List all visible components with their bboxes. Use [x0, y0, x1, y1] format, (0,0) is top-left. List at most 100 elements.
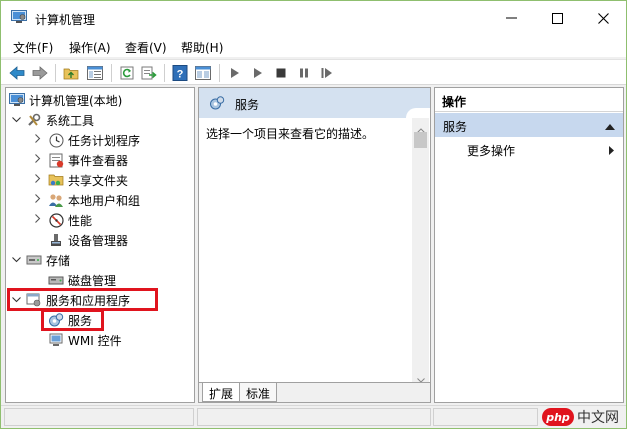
console-tree-pane: 计算机管理(本地) 系统工具 任务计划程序 事件查看器 共享文件夹 本地用户和组…: [5, 87, 195, 403]
tab-standard[interactable]: 标准: [239, 383, 278, 402]
pause-icon[interactable]: [294, 63, 314, 83]
collapse-up-icon[interactable]: [605, 119, 615, 133]
menu-action[interactable]: 操作(A): [69, 39, 111, 56]
toolbar-separator: [164, 64, 165, 82]
tools-icon: [26, 112, 42, 128]
toolbar-separator: [55, 64, 56, 82]
performance-icon: [48, 212, 64, 228]
tab-extended[interactable]: 扩展: [202, 383, 241, 402]
back-arrow-icon[interactable]: [7, 63, 27, 83]
chevron-right-icon[interactable]: [32, 134, 44, 146]
scroll-thumb[interactable]: [414, 132, 427, 148]
show-hide-tree-icon[interactable]: [85, 63, 105, 83]
actions-group-label: 服务: [443, 120, 468, 134]
tree-label: 计算机管理(本地): [29, 93, 123, 108]
svg-text:?: ?: [177, 69, 184, 81]
minimize-button[interactable]: [488, 1, 534, 35]
header-curve: [406, 108, 430, 118]
status-cell: [4, 408, 194, 426]
play-alt-icon[interactable]: [248, 63, 268, 83]
close-button[interactable]: [580, 1, 626, 35]
tree-item-computer-management[interactable]: 计算机管理(本地): [9, 90, 122, 110]
wmi-control-icon: [48, 332, 64, 348]
results-pane: 服务 选择一个项目来查看它的描述。 扩展 标准: [198, 87, 431, 403]
actions-pane: 操作 服务 更多操作: [434, 87, 624, 403]
up-folder-icon[interactable]: [61, 63, 81, 83]
status-cell: [197, 408, 431, 426]
chevron-down-icon[interactable]: [10, 115, 22, 126]
computer-management-icon: [9, 92, 25, 108]
more-actions-item[interactable]: 更多操作: [467, 142, 515, 159]
computer-management-app-icon: [11, 10, 27, 24]
tree-label: 本地用户和组: [68, 193, 141, 208]
actions-group-services[interactable]: 服务: [435, 113, 623, 137]
status-cell: [433, 408, 538, 426]
help-icon[interactable]: ?: [170, 63, 190, 83]
tree-label: 事件查看器: [68, 153, 129, 168]
restart-icon[interactable]: [317, 63, 337, 83]
menu-file[interactable]: 文件(F): [13, 39, 53, 56]
tree-item-storage[interactable]: 存储: [10, 250, 70, 270]
menu-help[interactable]: 帮助(H): [181, 39, 223, 56]
chevron-right-icon[interactable]: [32, 154, 44, 166]
status-bar: [1, 405, 626, 428]
menu-view[interactable]: 查看(V): [125, 39, 167, 56]
toolbar-separator: [111, 64, 112, 82]
maximize-button[interactable]: [534, 1, 580, 35]
tree-label: 设备管理器: [68, 233, 129, 248]
users-icon: [48, 192, 64, 208]
title-bar: 计算机管理: [1, 1, 626, 35]
tree-item-shared-folders[interactable]: 共享文件夹: [32, 170, 128, 190]
tree-label: 性能: [68, 213, 93, 228]
vertical-scrollbar[interactable]: [412, 118, 429, 383]
play-icon[interactable]: [225, 63, 245, 83]
chevron-down-icon[interactable]: [10, 255, 22, 266]
refresh-icon[interactable]: [117, 63, 137, 83]
tree-item-device-manager[interactable]: 设备管理器: [48, 230, 128, 250]
tree-label: 磁盘管理: [68, 273, 117, 288]
menu-bar: 文件(F) 操作(A) 查看(V) 帮助(H): [1, 35, 626, 57]
storage-icon: [26, 252, 42, 268]
tree-label: 存储: [46, 253, 71, 268]
device-manager-icon: [48, 232, 64, 248]
actions-title: 操作: [442, 95, 467, 109]
highlight-box-services: [41, 309, 104, 331]
watermark-badge: php: [542, 408, 574, 426]
tree-label: 系统工具: [46, 113, 95, 128]
properties-icon[interactable]: [193, 63, 213, 83]
chevron-right-icon[interactable]: [32, 194, 44, 206]
tree-item-event-viewer[interactable]: 事件查看器: [32, 150, 128, 170]
toolbar-separator: [219, 64, 220, 82]
clock-icon: [48, 132, 64, 148]
view-tabs: 扩展 标准: [199, 382, 430, 402]
actions-title-bar: 操作: [435, 88, 623, 112]
tree-label: 任务计划程序: [68, 133, 141, 148]
tree-item-disk-management[interactable]: 磁盘管理: [48, 270, 116, 290]
tree-item-task-scheduler[interactable]: 任务计划程序: [32, 130, 140, 150]
chevron-right-icon[interactable]: [32, 174, 44, 186]
tree-item-wmi-control[interactable]: WMI 控件: [48, 330, 122, 350]
export-list-icon[interactable]: [139, 63, 159, 83]
results-header: 服务: [199, 88, 430, 118]
window-title: 计算机管理: [35, 13, 96, 27]
computer-management-window: 计算机管理 文件(F) 操作(A) 查看(V) 帮助(H) ? 计算机管理(本地…: [0, 0, 627, 429]
watermark-site: 中文网: [577, 410, 619, 426]
maximize-icon: [551, 12, 563, 24]
minimize-icon: [505, 17, 517, 19]
chevron-right-icon[interactable]: [32, 214, 44, 226]
description-text: 选择一个项目来查看它的描述。: [206, 127, 375, 141]
services-gear-icon: [209, 95, 225, 114]
disk-management-icon: [48, 272, 64, 288]
submenu-arrow-icon: [609, 144, 614, 158]
tree-item-system-tools[interactable]: 系统工具: [10, 110, 94, 130]
event-log-icon: [48, 152, 64, 168]
toolbar: ?: [1, 59, 626, 85]
tree-item-local-users-groups[interactable]: 本地用户和组: [32, 190, 140, 210]
highlight-box-services-and-applications: [7, 288, 158, 311]
watermark: php 中文网: [542, 407, 624, 427]
close-icon: [597, 12, 609, 24]
forward-arrow-icon[interactable]: [30, 63, 50, 83]
tree-item-performance[interactable]: 性能: [32, 210, 92, 230]
stop-icon[interactable]: [271, 63, 291, 83]
results-header-title: 服务: [235, 98, 260, 112]
